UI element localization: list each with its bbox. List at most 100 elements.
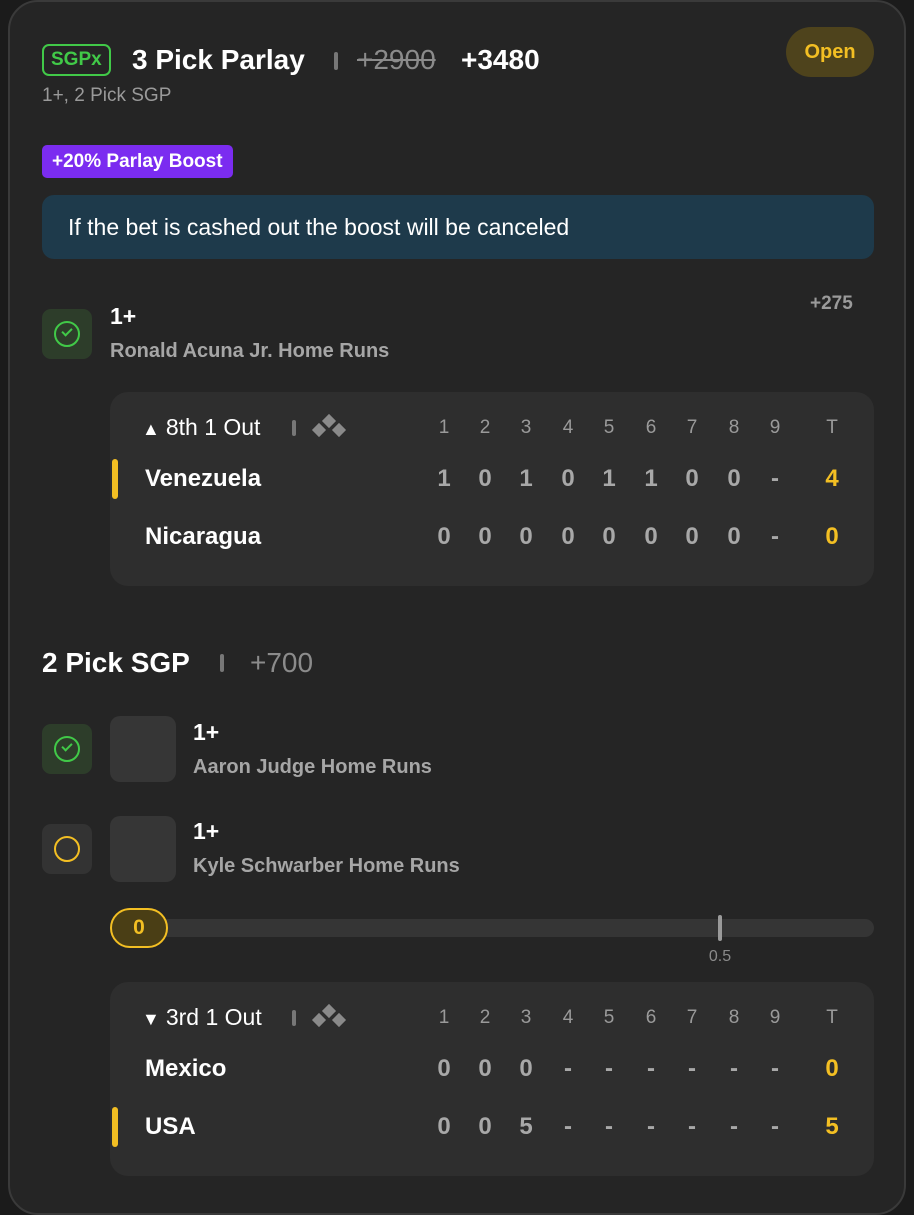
inning-score: - [647, 1113, 655, 1140]
check-circle-icon [54, 321, 80, 347]
inning-header: 3 [520, 1007, 532, 1028]
leg-odds: +275 [810, 293, 853, 314]
title-divider [334, 52, 338, 70]
team-name: Mexico [145, 1055, 227, 1082]
inning-header: 9 [769, 417, 781, 438]
check-circle-icon [54, 736, 80, 762]
inning-score: 5 [519, 1113, 533, 1140]
parlay-title: 3 Pick Parlay [132, 44, 305, 75]
leg-line: 1+ [193, 818, 220, 844]
parlay-boost-tag: +20% Parlay Boost [42, 145, 233, 178]
inning-header: 1 [438, 417, 450, 438]
total-score: 5 [825, 1113, 839, 1140]
inning-score: 0 [478, 1055, 492, 1082]
inning-score: 0 [685, 523, 699, 550]
inning-header: 6 [645, 1007, 657, 1028]
scoreboard[interactable]: ▲ 8th 1 Out 1 2 3 4 5 6 7 8 9 T Venezuela… [110, 392, 874, 586]
inning-score: 0 [727, 523, 741, 550]
inning-score: 1 [602, 465, 616, 492]
sgpx-badge: SGPx [42, 44, 111, 76]
batting-indicator [112, 459, 118, 499]
leg-won-status [42, 724, 92, 774]
inning-header: 4 [562, 417, 574, 438]
inning-header: 8 [728, 417, 740, 438]
leg-market: Aaron Judge Home Runs [193, 756, 432, 778]
inning-score: 0 [437, 1113, 451, 1140]
inning-score: - [605, 1055, 613, 1082]
game-status-text: 8th 1 Out [165, 414, 261, 440]
total-score: 0 [825, 523, 839, 550]
sgp-title: 2 Pick SGP [42, 647, 190, 678]
inning-score: 0 [561, 523, 575, 550]
inning-score: 0 [685, 465, 699, 492]
inning-header: 9 [769, 1007, 781, 1028]
inning-score: - [771, 1113, 779, 1140]
inning-score: - [771, 523, 779, 550]
inning-header: 6 [645, 417, 657, 438]
sgp-title-divider [220, 654, 224, 672]
pending-circle-icon [54, 836, 80, 862]
player-headshot [110, 716, 176, 782]
inning-score: 0 [644, 523, 658, 550]
inning-score: 0 [437, 523, 451, 550]
target-marker [718, 915, 722, 941]
inning-score: - [730, 1055, 738, 1082]
player-headshot [110, 816, 176, 882]
leg-market: Ronald Acuna Jr. Home Runs [110, 340, 390, 362]
inning-score: - [564, 1113, 572, 1140]
inning-score: - [688, 1055, 696, 1082]
team-name: Nicaragua [145, 523, 262, 550]
parlay-subtitle: 1+, 2 Pick SGP [42, 85, 172, 106]
game-status: ▲ 8th 1 Out [142, 412, 260, 444]
bases-diamond-icon [310, 413, 348, 438]
inning-header: 2 [479, 417, 491, 438]
inning-header: 8 [728, 1007, 740, 1028]
team-name: Venezuela [145, 465, 262, 492]
total-score: 0 [825, 1055, 839, 1082]
inning-score: - [605, 1113, 613, 1140]
inning-header: 2 [479, 1007, 491, 1028]
bases-diamond-icon [310, 1003, 348, 1028]
total-score: 4 [825, 465, 839, 492]
inning-score: 0 [519, 1055, 533, 1082]
inning-header: 3 [520, 417, 532, 438]
inning-score: 1 [644, 465, 658, 492]
progress-value: 0 [110, 908, 168, 948]
target-label: 0.5 [708, 948, 732, 965]
team-name: USA [145, 1113, 196, 1140]
leg-market: Kyle Schwarber Home Runs [193, 855, 460, 877]
inning-score: - [771, 465, 779, 492]
inning-header: 4 [562, 1007, 574, 1028]
game-status-text: 3rd 1 Out [165, 1004, 262, 1030]
inning-score: 0 [437, 1055, 451, 1082]
sgp-odds: +700 [250, 647, 314, 678]
boosted-odds: +3480 [461, 44, 540, 75]
status-divider [292, 1010, 296, 1026]
inning-score: 0 [727, 465, 741, 492]
inning-score: - [771, 1055, 779, 1082]
inning-score: 0 [602, 523, 616, 550]
status-divider [292, 420, 296, 436]
inning-header: 1 [438, 1007, 450, 1028]
inning-header: 7 [686, 1007, 698, 1028]
leg-line: 1+ [193, 719, 220, 745]
status-badge: Open [786, 27, 874, 77]
bet-card[interactable]: SGPx 3 Pick Parlay +2900 +3480 1+, 2 Pic… [8, 0, 906, 1215]
inning-arrow-icon: ▲ [142, 419, 160, 439]
inning-header: 7 [686, 417, 698, 438]
inning-header: 5 [603, 417, 615, 438]
inning-score: 0 [478, 1113, 492, 1140]
leg-line: 1+ [110, 303, 137, 329]
game-status: ▼ 3rd 1 Out [142, 1002, 262, 1034]
scoreboard[interactable]: ▼ 3rd 1 Out 1 2 3 4 5 6 7 8 9 T Mexico 0 … [110, 982, 874, 1176]
total-header: T [826, 1007, 838, 1028]
inning-score: - [647, 1055, 655, 1082]
inning-header: 5 [603, 1007, 615, 1028]
inning-score: - [730, 1113, 738, 1140]
original-odds: +2900 [357, 44, 436, 75]
inning-score: 0 [478, 523, 492, 550]
inning-score: 0 [561, 465, 575, 492]
batting-indicator [112, 1107, 118, 1147]
total-header: T [826, 417, 838, 438]
inning-score: 1 [437, 465, 451, 492]
